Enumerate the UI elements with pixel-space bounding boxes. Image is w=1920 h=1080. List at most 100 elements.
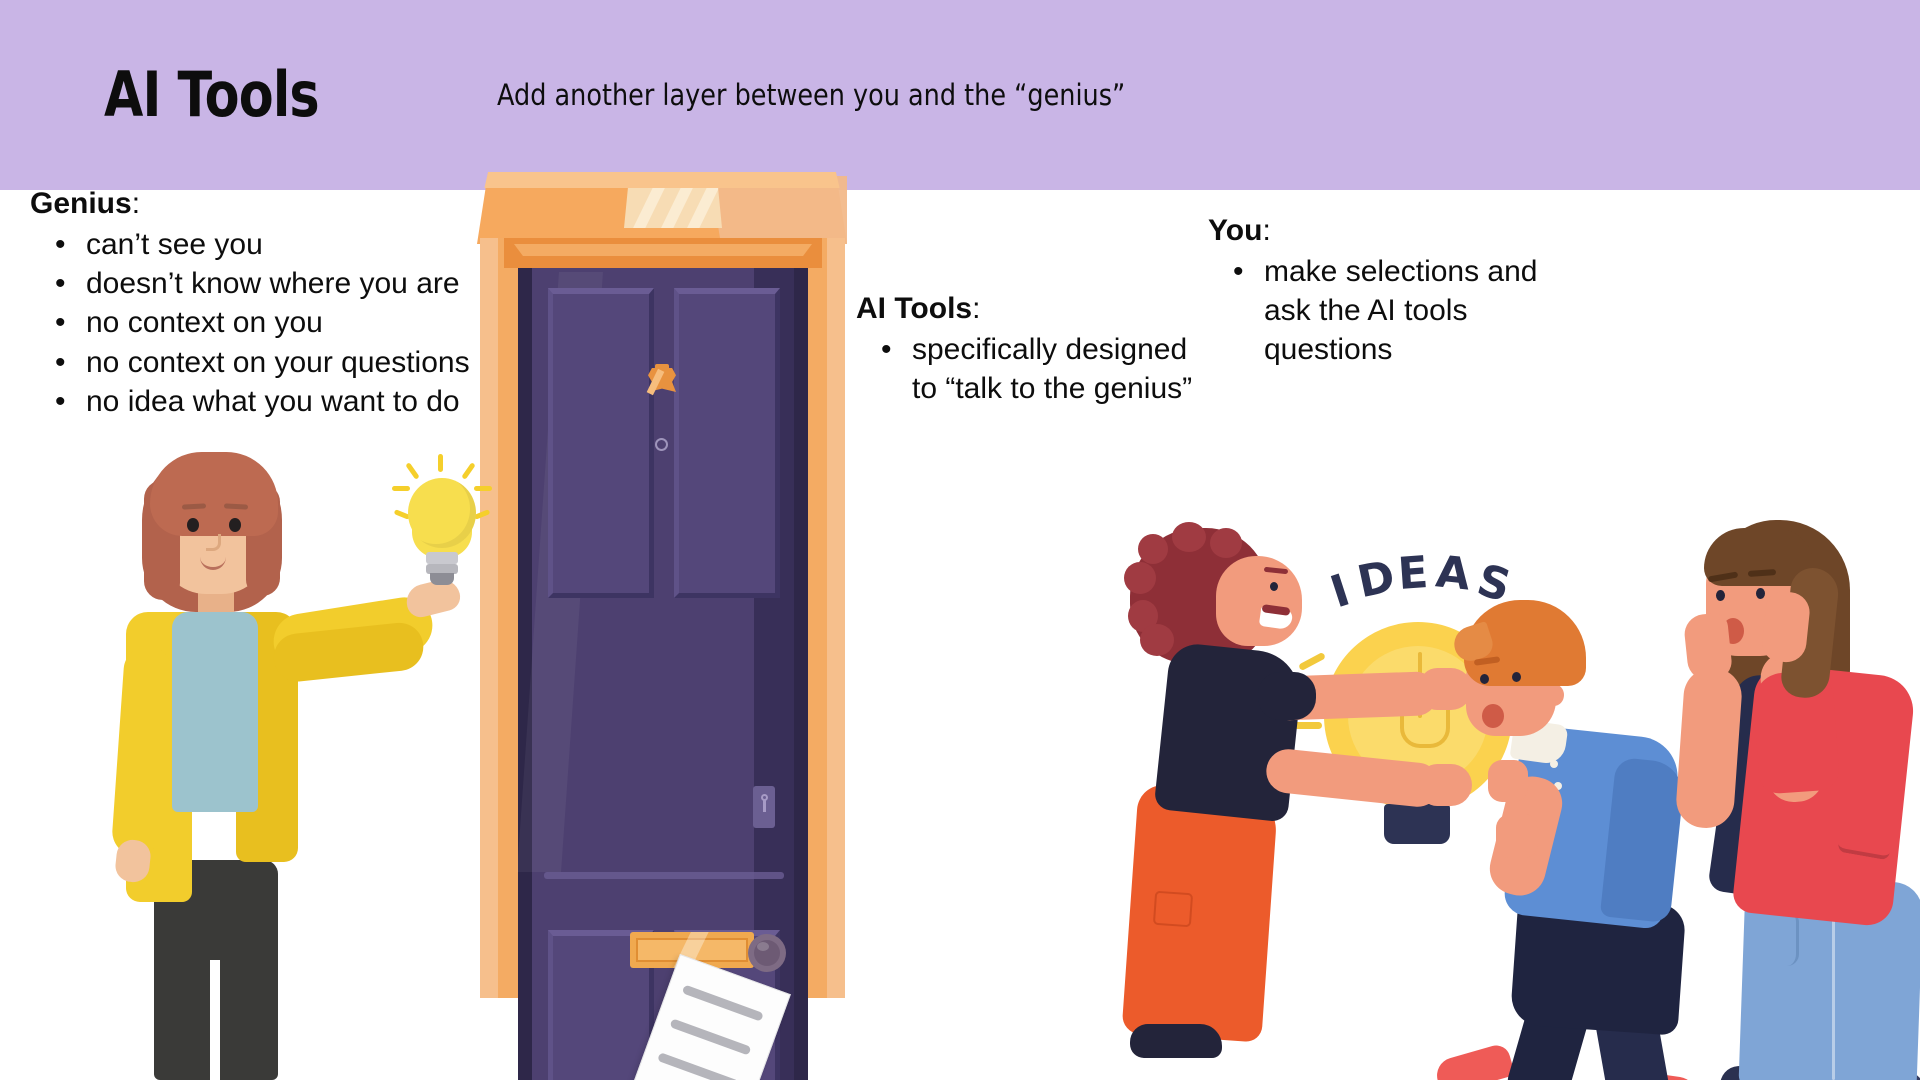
bulb-ray [1294,722,1322,729]
bullet-glyph: • [55,227,66,261]
bullet-glyph: • [55,345,66,379]
bulb-ray [405,462,420,480]
ideas-woman-face [1216,556,1302,646]
genius-heading-colon: : [131,187,141,220]
transom-window-icon [624,188,722,228]
aitools-text-block: AI Tools: • specifically designed to “tal… [856,290,1236,408]
genius-eye-right [229,518,241,532]
bulb-base [430,573,454,585]
woman-arm-left [1674,666,1744,830]
bullet-glyph: • [1233,254,1244,288]
letter-line [657,1052,740,1080]
ideas-woman-sleeve [1258,672,1316,720]
woman-jeans-pocket [1756,912,1799,966]
slide-canvas: AI Tools Add another layer between you a… [0,0,1920,1080]
bulb-ray [474,486,492,491]
bullet-glyph: • [55,384,66,418]
bulb-ray [392,486,410,491]
glass-stripe [627,188,668,228]
genius-hair-top [150,452,278,536]
boy-mouth [1482,704,1504,728]
hair-curl [1140,624,1174,656]
hair-curl [1138,534,1168,564]
ideas-woman-eye [1270,582,1278,591]
door-frame-right-highlight [827,238,845,998]
bulb-glass [408,478,476,548]
aitools-heading-label: AI Tools [856,292,973,325]
boy-eye-right [1512,672,1521,682]
boy-fist-lower [1496,814,1538,858]
ideas-woman-pants [1121,783,1279,1043]
front-door-illustration [452,172,872,1080]
boy-shoe-left [1432,1042,1516,1080]
genius-eye-left [187,518,199,532]
you-text-block: You: • make selections and ask the AI too… [1208,212,1608,370]
list-item: • make selections and ask the AI tools qu… [1233,252,1608,370]
ideas-letter: D [1353,550,1400,609]
woman-eye-left [1716,590,1725,601]
aitools-bullet-list: • specifically designed to “talk to the g… [856,330,1236,409]
ideas-letter: E [1396,547,1430,600]
ideas-woman-pocket [1152,890,1194,928]
ideas-woman-shirt [1153,641,1305,823]
hair-curl [1172,522,1206,552]
genius-shirt [172,612,258,812]
bulb-ray [438,454,443,472]
list-item-text: can’t see you [86,227,263,261]
bulb-ray [1297,651,1327,672]
bulb-neck [426,552,458,564]
door-knob-icon [748,934,786,972]
door-panel-top-right [674,288,780,598]
door-frame-left-highlight [480,238,498,998]
ideas-letter: I [1324,564,1356,619]
hair-curl [1210,528,1242,558]
you-heading-label: You [1208,214,1263,247]
list-item-text: make selections and ask the AI tools que… [1264,254,1538,367]
genius-leg-gap [210,960,220,1080]
door-rail [544,872,784,879]
genius-nose [206,534,221,551]
letter-line [669,1018,752,1056]
peephole-icon [655,438,668,451]
you-heading: You: [1208,212,1608,250]
bullet-glyph: • [55,306,66,340]
bullet-glyph: • [881,332,892,366]
page-title: AI Tools [104,58,320,131]
page-subtitle: Add another layer between you and the “g… [497,78,1126,112]
door-knocker-icon [646,364,676,396]
list-item-text: no idea what you want to do [86,384,460,418]
door-panel-top-left [548,288,654,598]
list-item-text: no context on you [86,306,323,340]
woman-holding-lightbulb-illustration [60,440,492,1080]
bulb-ray [473,509,491,520]
door-lintel-highlight [484,172,840,188]
woman-hand-left [1682,611,1734,683]
aitools-heading-colon: : [972,292,981,325]
woman-hugging-ideas-lightbulb-illustration: I D E A S [1120,520,1540,1080]
bulb-ray [461,462,476,480]
ideas-woman-shoe [1130,1024,1222,1058]
woman-jeans-seam [1832,900,1835,1080]
lightbulb-icon [390,454,492,590]
boy-fist-upper [1488,760,1528,802]
list-item: • specifically designed to “talk to the g… [881,330,1236,409]
hair-curl [1124,562,1156,594]
boy-eye-left [1480,674,1489,684]
ideas-letter: A [1433,546,1473,601]
keyhole-slot [763,800,766,812]
list-item-text: specifically designed to “talk to the ge… [912,332,1193,406]
keyhole-plate-icon [753,786,775,828]
door-frame-top-highlight [514,244,812,256]
you-heading-colon: : [1262,214,1271,247]
letter-line [681,984,764,1022]
aitools-heading: AI Tools: [856,290,1236,328]
woman-eye-right [1756,588,1765,599]
you-bullet-list: • make selections and ask the AI tools qu… [1208,252,1608,370]
bullet-glyph: • [55,267,66,301]
shocked-woman-illustration [1660,520,1920,1080]
list-item-text: doesn’t know where you are [86,267,460,301]
door-knob-highlight [757,942,769,951]
genius-heading-label: Genius [30,187,132,220]
list-item-text: no context on your questions [86,345,470,379]
boy-shirt-button [1550,760,1558,768]
